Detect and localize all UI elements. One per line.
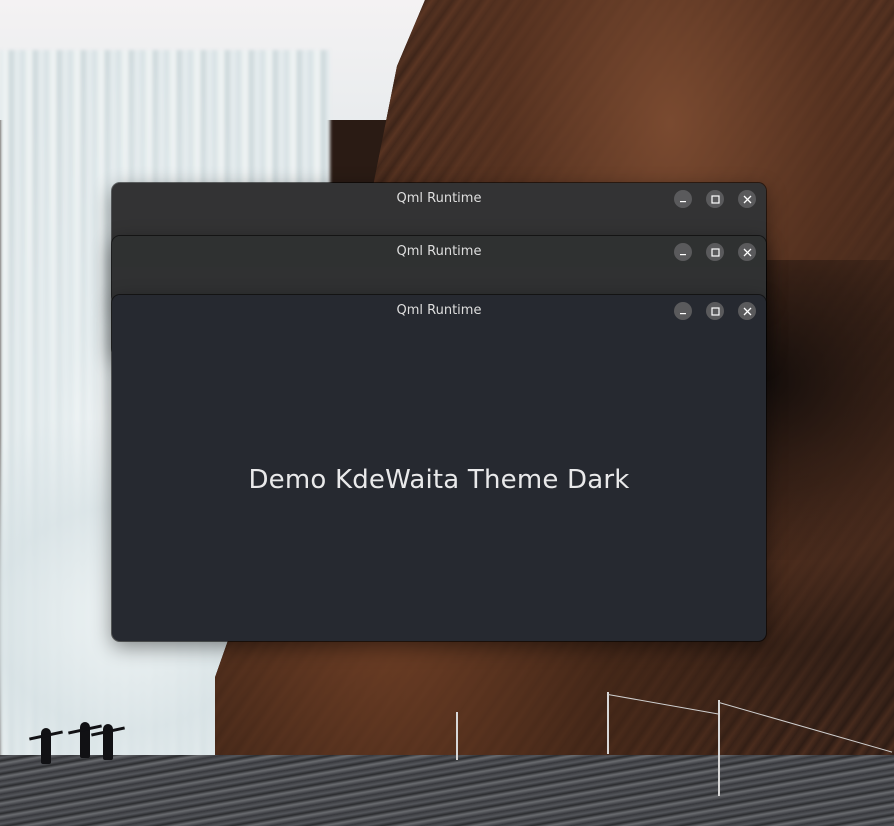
minimize-button[interactable]	[674, 302, 692, 320]
close-button[interactable]	[738, 190, 756, 208]
window-content: Demo KdeWaita Theme Dark	[112, 326, 766, 641]
maximize-icon	[710, 306, 720, 316]
window-titlebar[interactable]: Qml Runtime	[112, 236, 766, 267]
maximize-icon	[710, 194, 720, 204]
window-controls	[674, 243, 756, 261]
close-icon	[743, 195, 751, 203]
close-icon	[743, 307, 751, 315]
maximize-button[interactable]	[706, 302, 724, 320]
maximize-icon	[710, 247, 720, 257]
maximize-button[interactable]	[706, 190, 724, 208]
minimize-icon	[680, 201, 686, 203]
window-titlebar[interactable]: Qml Runtime	[112, 183, 766, 214]
minimize-icon	[680, 254, 686, 256]
window-controls	[674, 302, 756, 320]
wallpaper-person	[80, 722, 90, 758]
close-button[interactable]	[738, 243, 756, 261]
qml-runtime-window-front[interactable]: Qml Runtime Demo KdeWaita Theme Dark	[112, 295, 766, 641]
wallpaper-rope-post	[718, 700, 720, 796]
close-icon	[743, 248, 751, 256]
wallpaper-rope-post	[607, 692, 609, 754]
wallpaper-person	[41, 728, 51, 764]
demo-label: Demo KdeWaita Theme Dark	[248, 464, 630, 495]
minimize-button[interactable]	[674, 243, 692, 261]
window-title: Qml Runtime	[396, 303, 482, 318]
minimize-icon	[680, 313, 686, 315]
minimize-button[interactable]	[674, 190, 692, 208]
window-controls	[674, 190, 756, 208]
window-title: Qml Runtime	[396, 191, 482, 206]
maximize-button[interactable]	[706, 243, 724, 261]
wallpaper-person	[103, 724, 113, 760]
close-button[interactable]	[738, 302, 756, 320]
wallpaper-ground	[0, 755, 894, 826]
wallpaper-rope-post	[456, 712, 458, 760]
window-title: Qml Runtime	[396, 244, 482, 259]
window-titlebar[interactable]: Qml Runtime	[112, 295, 766, 326]
